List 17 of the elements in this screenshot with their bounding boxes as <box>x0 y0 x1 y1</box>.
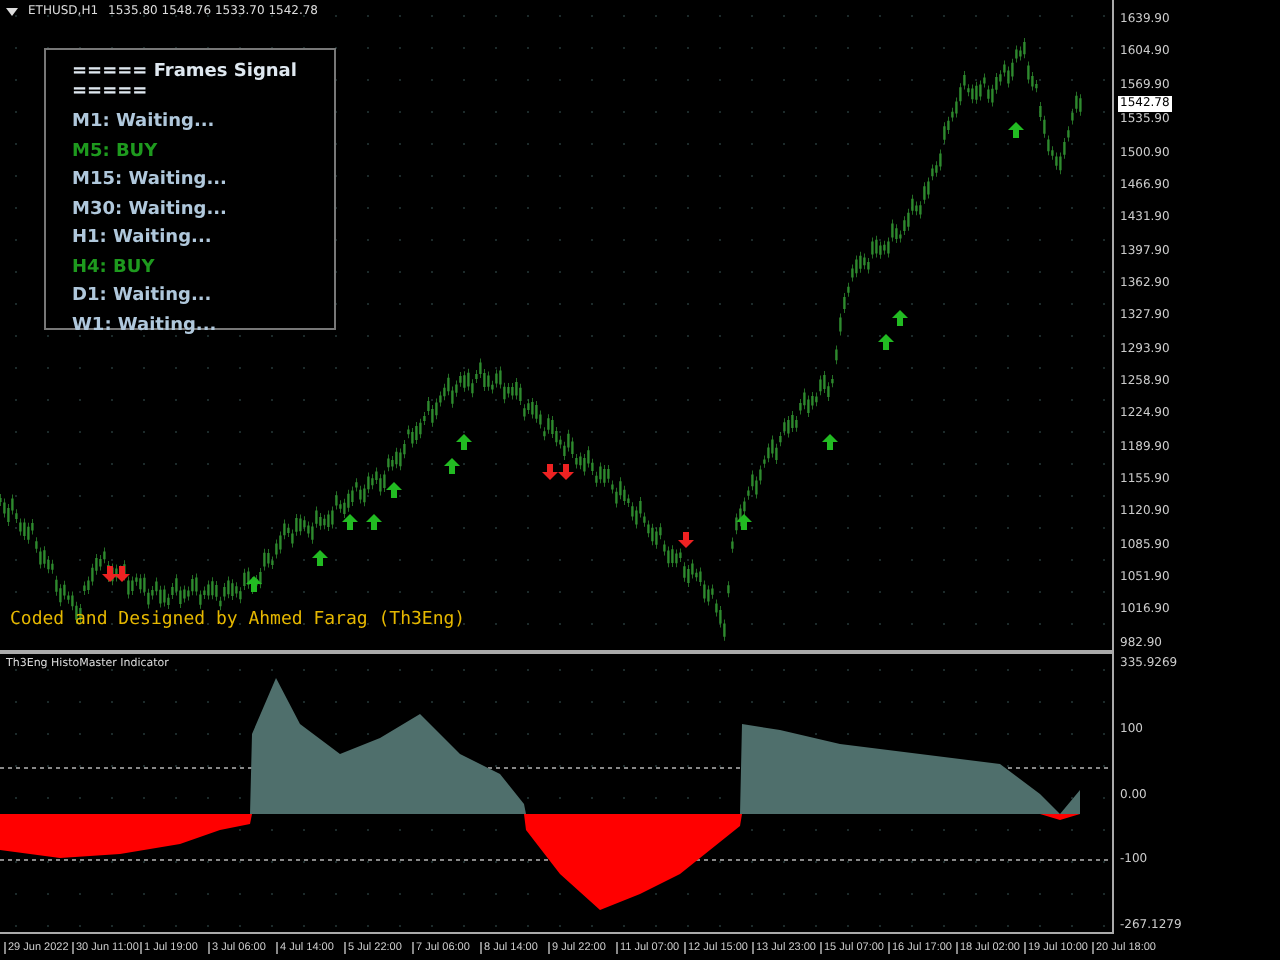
credit-text: Coded and Designed by Ahmed Farag (Th3Eng) <box>10 610 466 630</box>
signal-row-text: D1: Waiting... <box>72 284 214 310</box>
signal-row-text: M30: Waiting... <box>72 197 229 223</box>
signal-row-text: H1: Waiting... <box>72 226 214 252</box>
signal-row-text: M5: BUY <box>72 139 160 165</box>
up-arrow-icon <box>246 576 262 592</box>
up-arrow-icon <box>1008 122 1024 138</box>
signal-row-text: H4: BUY <box>72 255 157 281</box>
up-arrow-icon <box>822 434 838 450</box>
signal-row-text: M1: Waiting... <box>72 110 217 136</box>
down-arrow-icon <box>678 532 694 548</box>
up-arrow-icon <box>312 550 328 566</box>
signal-row-text: W1: Waiting... <box>72 313 219 339</box>
up-arrow-icon <box>736 514 752 530</box>
panel-title: ===== Frames Signal ===== <box>72 62 299 102</box>
dropdown-icon[interactable] <box>6 7 18 15</box>
signal-row-text: M15: Waiting... <box>72 168 229 194</box>
